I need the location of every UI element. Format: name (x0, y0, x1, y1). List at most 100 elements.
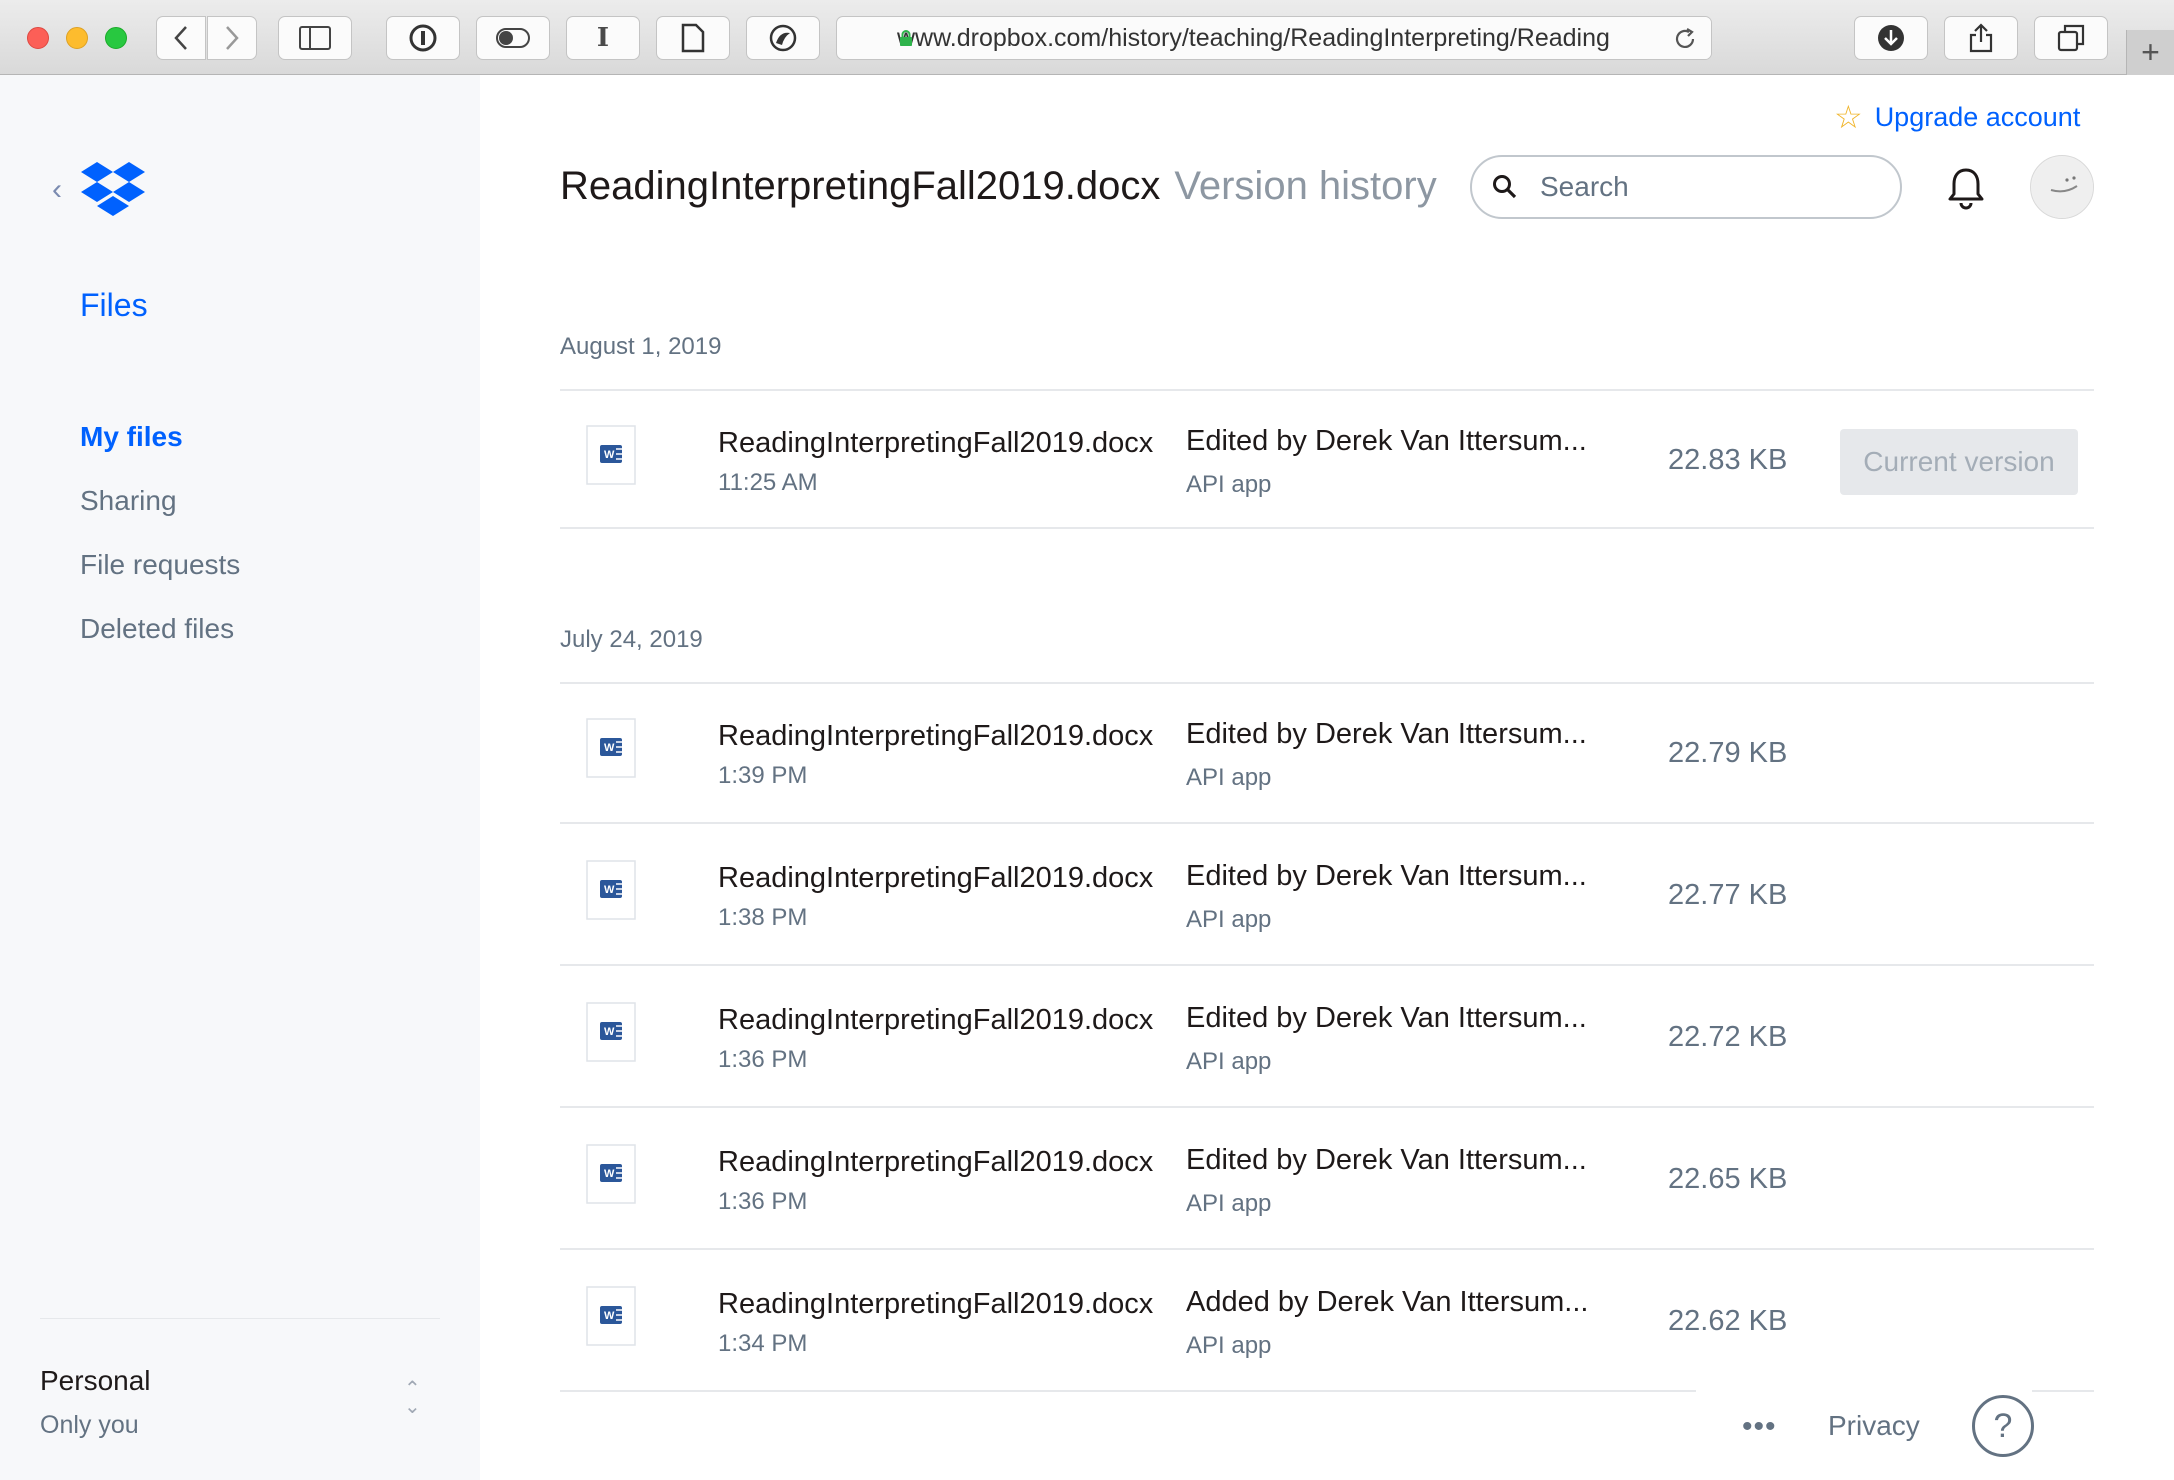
help-icon: ? (1993, 1406, 2013, 1445)
url-text: www.dropbox.com/history/teaching/Reading… (897, 23, 1610, 52)
toggle-extension-button[interactable] (476, 16, 550, 60)
version-app: API app (1186, 1332, 1272, 1359)
page-subtitle: Version history (1174, 164, 1437, 208)
help-button[interactable]: ? (1972, 1395, 2034, 1457)
version-size: 22.83 KB (1668, 444, 1788, 476)
plus-icon: + (2141, 34, 2160, 70)
upgrade-account-link[interactable]: ☆ Upgrade account (1834, 98, 2080, 136)
version-editor: Edited by Derek Van Ittersum... (1186, 1002, 1587, 1034)
avatar-icon (2032, 157, 2093, 218)
download-icon (1878, 25, 1904, 51)
document-icon (681, 23, 705, 53)
version-row[interactable]: W ReadingInterpretingFall2019.docx 1:34 … (560, 1250, 2094, 1390)
sidebar-toggle-button[interactable] (278, 16, 352, 60)
svg-text:W: W (604, 1168, 615, 1180)
version-editor: Edited by Derek Van Ittersum... (1186, 718, 1587, 750)
search-placeholder: Search (1540, 171, 1629, 202)
minimize-window-button[interactable] (66, 27, 88, 49)
chevron-left-icon (174, 26, 187, 50)
tabs-overview-button[interactable] (2034, 16, 2108, 60)
version-row[interactable]: W ReadingInterpretingFall2019.docx 1:36 … (560, 966, 2094, 1106)
version-app: API app (1186, 906, 1272, 933)
version-app: API app (1186, 1048, 1272, 1075)
upgrade-label: Upgrade account (1874, 101, 2081, 132)
version-row[interactable]: W ReadingInterpretingFall2019.docx 1:38 … (560, 824, 2094, 964)
version-file-name[interactable]: ReadingInterpretingFall2019.docx (718, 1004, 1153, 1037)
svg-text:W: W (604, 884, 615, 896)
avatar[interactable] (2030, 155, 2094, 219)
word-document-icon: W (586, 860, 636, 920)
version-row[interactable]: W ReadingInterpretingFall2019.docx 1:36 … (560, 1108, 2094, 1248)
version-time: 1:38 PM (718, 904, 808, 931)
back-button[interactable] (156, 16, 206, 60)
zoom-window-button[interactable] (105, 27, 127, 49)
sidebar-item-deleted-files[interactable]: Deleted files (80, 597, 240, 661)
svg-text:W: W (604, 449, 615, 461)
bell-icon[interactable] (1946, 166, 1986, 210)
sidebar-item-my-files[interactable]: My files (80, 405, 240, 469)
file-title: ReadingInterpretingFall2019.docx (560, 164, 1161, 208)
current-version-badge: Current version (1840, 429, 2078, 495)
share-icon (1969, 23, 1993, 53)
forward-button[interactable] (207, 16, 257, 60)
sidebar-item-sharing[interactable]: Sharing (80, 469, 240, 533)
word-document-icon: W (586, 1286, 636, 1346)
divider (2032, 1390, 2094, 1392)
search-icon (1493, 175, 1517, 199)
browser-toolbar: I www.dropbox.com/history/teaching/Readi… (0, 0, 2174, 75)
dropbox-logo-icon[interactable] (80, 160, 146, 218)
version-size: 22.77 KB (1668, 879, 1788, 911)
reader-button[interactable] (656, 16, 730, 60)
divider (560, 1390, 1696, 1392)
version-editor: Edited by Derek Van Ittersum... (1186, 1144, 1587, 1176)
address-bar[interactable]: www.dropbox.com/history/teaching/Reading… (836, 16, 1712, 60)
divider (560, 527, 2094, 529)
chevron-right-icon (226, 26, 239, 50)
version-file-name[interactable]: ReadingInterpretingFall2019.docx (718, 1288, 1153, 1321)
sidebar-item-file-requests[interactable]: File requests (80, 533, 240, 597)
svg-text:W: W (604, 1310, 615, 1322)
version-time: 1:36 PM (718, 1188, 808, 1215)
sidebar-divider (40, 1318, 440, 1319)
new-tab-button[interactable]: + (2126, 30, 2174, 75)
date-header: July 24, 2019 (560, 626, 703, 653)
word-document-icon: W (586, 1002, 636, 1062)
account-name[interactable]: Personal (40, 1365, 151, 1397)
version-editor: Edited by Derek Van Ittersum... (1186, 860, 1587, 892)
version-size: 22.65 KB (1668, 1163, 1788, 1195)
instapaper-icon: I (596, 23, 610, 53)
account-switcher-icon[interactable]: ⌃ ⌄ (404, 1379, 421, 1417)
more-options-button[interactable]: ••• (1742, 1410, 1777, 1444)
version-time: 11:25 AM (718, 469, 818, 496)
downloads-button[interactable] (1854, 16, 1928, 60)
version-file-name[interactable]: ReadingInterpretingFall2019.docx (718, 427, 1153, 460)
word-document-icon: W (586, 1144, 636, 1204)
collapse-sidebar-icon[interactable]: ‹ (52, 173, 62, 207)
instapaper-button[interactable]: I (566, 16, 640, 60)
search-input[interactable]: Search (1470, 155, 1902, 219)
version-time: 1:36 PM (718, 1046, 808, 1073)
date-header: August 1, 2019 (560, 333, 722, 360)
password-manager-button[interactable] (386, 16, 460, 60)
files-link[interactable]: Files (80, 287, 148, 324)
word-document-icon: W (586, 718, 636, 778)
sidebar-icon (299, 26, 331, 50)
privacy-link[interactable]: Privacy (1828, 1410, 1920, 1442)
version-file-name[interactable]: ReadingInterpretingFall2019.docx (718, 1146, 1153, 1179)
extension-button[interactable] (746, 16, 820, 60)
star-icon: ☆ (1834, 99, 1863, 135)
sidebar-nav: My files Sharing File requests Deleted f… (80, 405, 240, 661)
password-manager-icon (409, 24, 437, 52)
version-time: 1:39 PM (718, 762, 808, 789)
version-size: 22.72 KB (1668, 1021, 1788, 1053)
reload-icon[interactable] (1673, 27, 1697, 51)
extension-icon (769, 24, 797, 52)
share-button[interactable] (1944, 16, 2018, 60)
version-row[interactable]: W ReadingInterpretingFall2019.docx 1:39 … (560, 682, 2094, 822)
version-file-name[interactable]: ReadingInterpretingFall2019.docx (718, 862, 1153, 895)
version-row[interactable]: W ReadingInterpretingFall2019.docx 11:25… (560, 389, 2094, 529)
version-file-name[interactable]: ReadingInterpretingFall2019.docx (718, 720, 1153, 753)
close-window-button[interactable] (27, 27, 49, 49)
word-document-icon: W (586, 425, 636, 485)
sidebar: ‹ Files My files Sharing File requests D… (0, 75, 480, 1480)
